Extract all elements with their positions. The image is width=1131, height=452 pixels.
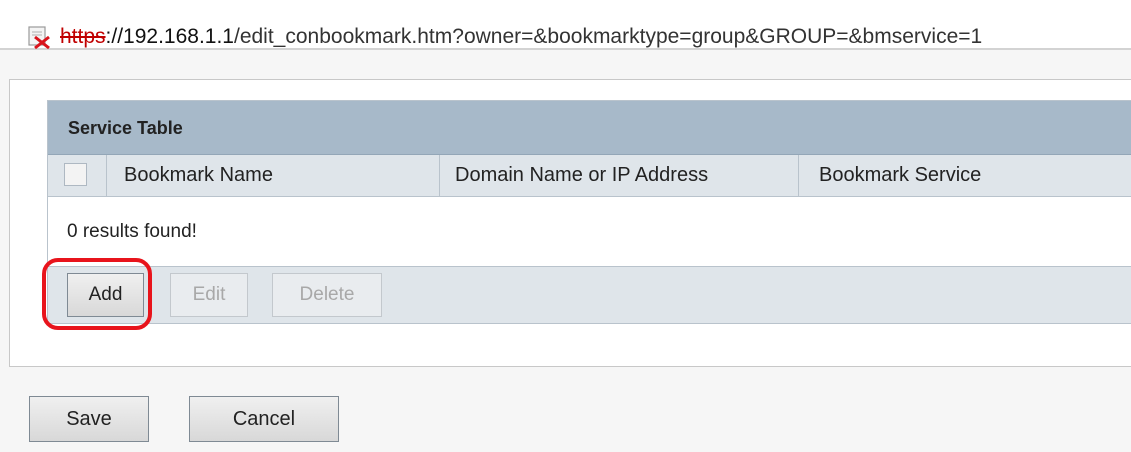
url-text[interactable]: https://192.168.1.1/edit_conbookmark.htm…: [60, 25, 982, 49]
edit-button[interactable]: Edit: [170, 273, 248, 317]
column-header-domain[interactable]: Domain Name or IP Address: [440, 155, 799, 196]
content-panel: Service Table Bookmark Name Domain Name …: [9, 79, 1131, 367]
column-header-bookmark-service[interactable]: Bookmark Service: [799, 155, 1131, 196]
page-content: Service Table Bookmark Name Domain Name …: [0, 50, 1131, 452]
column-header-bookmark-name[interactable]: Bookmark Name: [107, 155, 440, 196]
url-protocol: https: [60, 25, 106, 48]
address-bar[interactable]: https://192.168.1.1/edit_conbookmark.htm…: [0, 0, 1131, 50]
url-host: ://192.168.1.1: [105, 25, 234, 48]
add-button[interactable]: Add: [67, 273, 144, 317]
results-message: 0 results found!: [48, 197, 1131, 267]
url-path: /edit_conbookmark.htm?owner=&bookmarktyp…: [233, 25, 983, 48]
select-all-column: [48, 155, 107, 196]
certificate-error-icon: [28, 26, 50, 49]
service-table-title: Service Table: [48, 101, 1131, 155]
select-all-checkbox[interactable]: [64, 163, 87, 186]
table-header-row: Bookmark Name Domain Name or IP Address …: [48, 155, 1131, 197]
service-table: Service Table Bookmark Name Domain Name …: [47, 100, 1131, 324]
cancel-button[interactable]: Cancel: [189, 396, 339, 442]
delete-button[interactable]: Delete: [272, 273, 382, 317]
save-button[interactable]: Save: [29, 396, 149, 442]
table-action-bar: Add Edit Delete: [48, 267, 1131, 323]
